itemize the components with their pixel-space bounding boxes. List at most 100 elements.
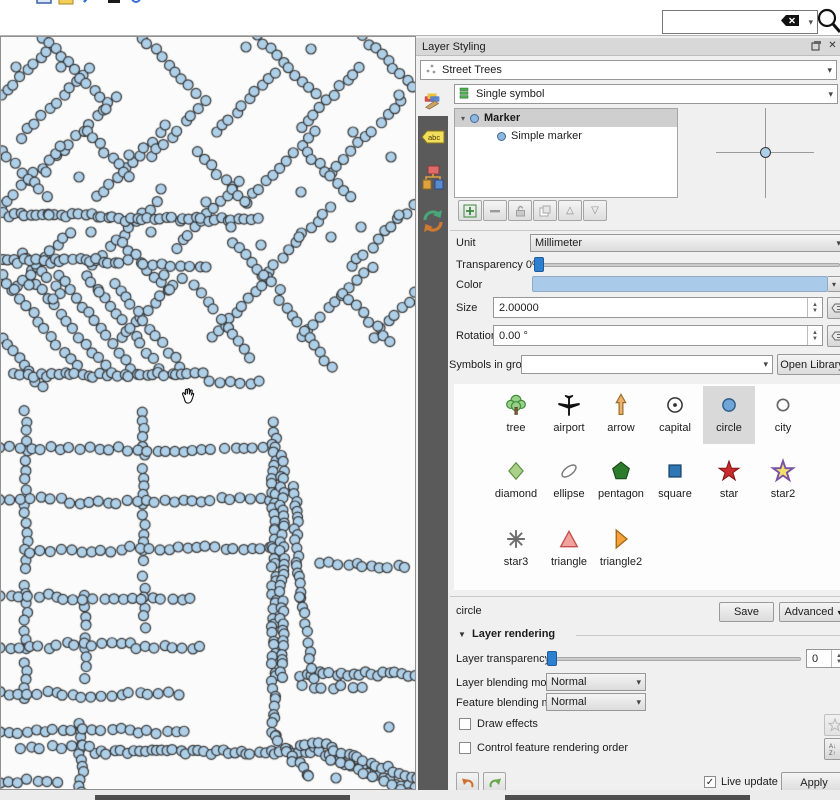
toolbar-gear-icon[interactable]: [128, 0, 144, 6]
redo-button[interactable]: [483, 772, 506, 790]
symbol-cell-pentagon[interactable]: pentagon: [595, 452, 647, 510]
toolbar-window-icon[interactable]: [36, 0, 52, 6]
status-fragment: [95, 795, 350, 800]
expand-chevron-icon[interactable]: ▾: [461, 114, 465, 123]
advanced-label: Advanced: [785, 606, 834, 618]
advanced-button[interactable]: Advanced ▾: [779, 602, 840, 622]
apply-button[interactable]: Apply: [781, 772, 840, 790]
symbol-cell-triangle[interactable]: triangle: [543, 520, 595, 578]
symbol-cell-ellipse[interactable]: ellipse: [543, 452, 595, 510]
rotation-label: Rotation: [456, 330, 497, 342]
rotation-spinbox[interactable]: 0.00 ° ▲▼: [493, 325, 823, 346]
transparency-slider-handle[interactable]: [534, 257, 544, 272]
save-button[interactable]: Save: [719, 602, 774, 622]
size-value: 2.00000: [499, 302, 539, 314]
tree-item-simple-marker[interactable]: Simple marker: [455, 127, 677, 145]
duplicate-symbol-layer-button[interactable]: [533, 200, 557, 221]
street-trees-point-layer: [1, 37, 415, 789]
draw-effects-checkbox[interactable]: [459, 718, 471, 730]
symbol-cell-capital[interactable]: capital: [649, 386, 701, 444]
toolbar-rect-icon[interactable]: [106, 0, 122, 6]
rendering-order-options-button[interactable]: A↓Z↑: [824, 738, 840, 760]
unit-label: Unit: [456, 237, 476, 249]
symbol-cell-circle[interactable]: circle: [703, 386, 755, 444]
triangle2-symbol-icon: [608, 526, 634, 552]
close-panel-icon[interactable]: ✕: [826, 40, 839, 53]
collapse-triangle-icon[interactable]: ▼: [458, 630, 466, 639]
capital-symbol-icon: [662, 392, 688, 418]
layer-transparency-slider[interactable]: [546, 657, 801, 661]
toolbar-folder-icon[interactable]: [58, 0, 74, 6]
symbol-cell-airport[interactable]: airport: [543, 386, 595, 444]
layer-blending-dropdown[interactable]: Normal ▾: [546, 673, 646, 691]
live-update-checkbox[interactable]: ✓: [704, 776, 716, 788]
symbol-name-field[interactable]: circle: [456, 605, 482, 617]
symbol-label: city: [775, 422, 792, 434]
size-label: Size: [456, 302, 477, 314]
symbol-cell-star2[interactable]: star2: [757, 452, 809, 510]
symbol-cell-square[interactable]: square: [649, 452, 701, 510]
pentagon-symbol-icon: [608, 458, 634, 484]
symbol-cell-star[interactable]: star: [703, 452, 755, 510]
size-spinbox[interactable]: 2.00000 ▲▼: [493, 297, 823, 318]
search-dropdown-caret[interactable]: ▾: [808, 17, 813, 28]
size-data-defined-button[interactable]: [827, 297, 840, 319]
symbol-cell-arrow[interactable]: arrow: [595, 386, 647, 444]
symbol-label: pentagon: [598, 488, 644, 500]
undo-button[interactable]: [456, 772, 479, 790]
control-rendering-order-checkbox[interactable]: [459, 742, 471, 754]
lock-symbol-layer-button[interactable]: [508, 200, 532, 221]
point-layer-icon: [425, 63, 437, 78]
move-down-button[interactable]: ▽: [583, 200, 607, 221]
spinner-arrows-icon[interactable]: ▲▼: [807, 326, 822, 345]
search-icon[interactable]: [816, 6, 840, 37]
map-canvas[interactable]: [0, 36, 416, 790]
renderer-selector[interactable]: Single symbol ▾: [454, 84, 838, 104]
tab-diagrams[interactable]: [418, 158, 448, 198]
live-update-label: Live update: [721, 776, 778, 788]
color-button[interactable]: [532, 276, 828, 292]
layer-rendering-header[interactable]: Layer rendering: [472, 628, 555, 640]
float-panel-icon[interactable]: [810, 40, 823, 53]
tab-history[interactable]: [418, 202, 448, 240]
tree-item-label: Simple marker: [511, 130, 582, 142]
open-library-button[interactable]: Open Library: [777, 354, 840, 375]
spinner-arrows-icon[interactable]: ▲▼: [831, 650, 840, 667]
symbol-cell-star3[interactable]: star3: [490, 520, 542, 578]
spinner-arrows-icon[interactable]: ▲▼: [807, 298, 822, 317]
layer-blending-value: Normal: [551, 676, 586, 688]
symbol-cell-tree[interactable]: tree: [490, 386, 542, 444]
transparency-label: Transparency 0%: [456, 259, 542, 271]
svg-text:abc: abc: [428, 133, 440, 142]
move-up-button[interactable]: △: [558, 200, 582, 221]
locator-search-input[interactable]: ▾: [662, 10, 818, 34]
symbol-label: diamond: [495, 488, 537, 500]
tab-symbology[interactable]: [418, 82, 448, 116]
tab-labels[interactable]: abc: [418, 120, 448, 154]
layer-selector[interactable]: Street Trees ▾: [420, 60, 837, 80]
layer-transparency-spinbox[interactable]: 0 ▲▼: [806, 649, 840, 668]
layer-transparency-slider-handle[interactable]: [547, 651, 557, 666]
symbol-cell-city[interactable]: city: [757, 386, 809, 444]
rotation-data-defined-button[interactable]: [827, 325, 840, 347]
color-dropdown-caret[interactable]: ▾: [828, 276, 840, 292]
symbol-label: capital: [659, 422, 691, 434]
feature-blending-dropdown[interactable]: Normal ▾: [546, 693, 646, 711]
remove-symbol-layer-button[interactable]: [483, 200, 507, 221]
paintbrush-icon: [422, 88, 444, 110]
transparency-slider[interactable]: [534, 263, 840, 267]
symbol-cell-triangle2[interactable]: triangle2: [595, 520, 647, 578]
panel-title: Layer Styling: [416, 38, 840, 56]
add-symbol-layer-button[interactable]: [458, 200, 482, 221]
chevron-down-icon: ▾: [636, 697, 641, 708]
renderer-value: Single symbol: [476, 88, 544, 100]
tree-item-marker[interactable]: ▾ Marker: [455, 109, 677, 127]
symbols-group-dropdown[interactable]: ▾: [521, 355, 773, 374]
effects-options-button[interactable]: [824, 714, 840, 736]
clear-input-icon[interactable]: [780, 14, 800, 30]
unit-dropdown[interactable]: Millimeter ▾: [530, 234, 840, 252]
chevron-down-icon: ▾: [836, 238, 840, 249]
toolbar-save-icon[interactable]: [82, 0, 98, 6]
symbol-cell-diamond[interactable]: diamond: [490, 452, 542, 510]
tree-item-label: Marker: [484, 112, 520, 124]
